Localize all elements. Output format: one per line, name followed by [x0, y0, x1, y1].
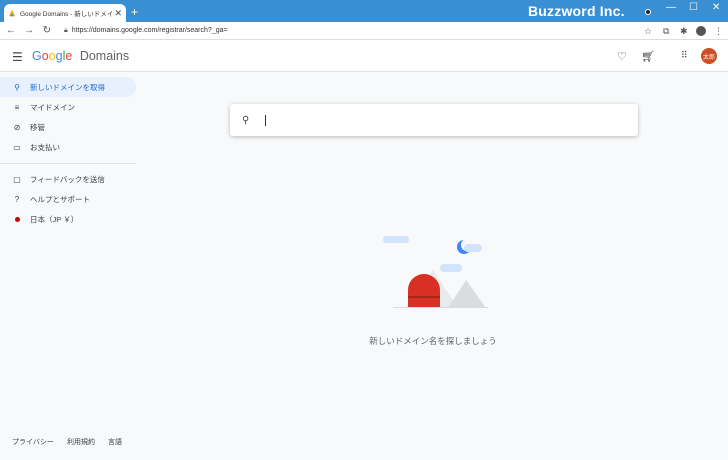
tab-close-icon[interactable]: ✕: [114, 8, 122, 19]
browser-tab[interactable]: Google Domains - 新しいドメイン名 ✕: [4, 4, 126, 22]
avatar[interactable]: 太郎: [701, 48, 717, 64]
sidebar: ⚲ 新しいドメインを取得 ≡ マイドメイン ⊘ 移管 ▭ お支払い ▢ フィード…: [0, 72, 138, 460]
sidebar-item-label: 新しいドメインを取得: [30, 82, 105, 92]
sidebar-item-label: お支払い: [30, 142, 60, 152]
new-tab-button[interactable]: +: [131, 5, 138, 19]
sidebar-item-region[interactable]: 日本（JP ￥）: [0, 209, 136, 229]
flag-icon: [12, 215, 22, 224]
sidebar-item-feedback[interactable]: ▢ フィードバックを送信: [0, 169, 136, 189]
reload-icon[interactable]: ↻: [40, 25, 54, 36]
screen-capture-icon[interactable]: ⧉: [663, 22, 669, 40]
logo-letter: o: [41, 49, 49, 63]
main-content: ⚲ 新しいドメイン名を探しましょう: [138, 72, 728, 460]
feedback-icon: ▢: [13, 174, 21, 184]
empty-state-illustration: [383, 236, 488, 308]
sidebar-item-transfer[interactable]: ⊘ 移管: [0, 117, 136, 137]
search-icon: ⚲: [14, 82, 20, 92]
sidebar-item-label: 移管: [30, 122, 45, 132]
search-icon: ⚲: [242, 114, 250, 126]
profile-icon[interactable]: [696, 26, 706, 36]
logo-letter: g: [55, 49, 63, 63]
sidebar-item-my-domains[interactable]: ≡ マイドメイン: [0, 97, 136, 117]
sidebar-item-label: 日本（JP ￥）: [30, 214, 79, 224]
transfer-icon: ⊘: [13, 122, 21, 132]
sidebar-item-label: マイドメイン: [30, 102, 75, 112]
back-icon[interactable]: ←: [4, 25, 18, 36]
footer-privacy-link[interactable]: プライバシー: [12, 437, 54, 447]
forward-icon[interactable]: →: [22, 25, 36, 36]
sidebar-item-billing[interactable]: ▭ お支払い: [0, 137, 136, 157]
logo-letter: e: [65, 49, 73, 63]
browser-menu-icon[interactable]: ⋮: [714, 22, 723, 40]
bookmark-star-icon[interactable]: ☆: [644, 22, 652, 40]
sidebar-item-new-domain[interactable]: ⚲ 新しいドメインを取得: [0, 77, 136, 97]
card-icon: ▭: [13, 142, 21, 152]
footer-language-link[interactable]: 言語: [108, 437, 122, 447]
url-text: https://domains.google.com/registrar/sea…: [71, 27, 228, 34]
app-header: ☰ Google Domains ♡ 🛒︎ ⠿ 太郎: [0, 40, 728, 72]
favicon-icon: [8, 9, 16, 17]
sidebar-item-label: ヘルプとサポート: [30, 194, 90, 204]
google-domains-logo[interactable]: Google Domains: [32, 49, 129, 63]
extensions-icon[interactable]: ✱: [680, 22, 688, 40]
tab-title: Google Domains - 新しいドメイン名: [20, 11, 113, 18]
sidebar-item-help[interactable]: ? ヘルプとサポート: [0, 189, 136, 209]
record-icon: [645, 9, 651, 15]
address-toolbar: ← → ↻ 🔒︎ https://domains.google.com/regi…: [0, 22, 728, 40]
search-input[interactable]: [268, 110, 638, 130]
logo-letter: o: [48, 49, 56, 63]
lock-icon: 🔒︎: [64, 26, 68, 34]
sidebar-divider: [0, 163, 136, 164]
empty-state-message: 新しいドメイン名を探しましょう: [369, 336, 497, 346]
text-cursor: [265, 114, 267, 126]
domain-search-box[interactable]: ⚲: [230, 104, 638, 136]
footer-terms-link[interactable]: 利用規約: [67, 437, 95, 447]
logo-product: Domains: [79, 49, 130, 63]
apps-grid-icon[interactable]: ⠿: [681, 50, 688, 61]
maximize-button[interactable]: ☐: [689, 2, 698, 13]
title-bar: Google Domains - 新しいドメイン名 ✕ + Buzzword I…: [0, 0, 728, 22]
list-icon: ≡: [14, 102, 20, 112]
minimize-button[interactable]: —: [666, 2, 676, 13]
browser-window: Google Domains - 新しいドメイン名 ✕ + Buzzword I…: [0, 0, 728, 460]
close-button[interactable]: ✕: [712, 2, 720, 13]
hamburger-menu-icon[interactable]: ☰: [12, 50, 23, 64]
favorites-heart-icon[interactable]: ♡: [617, 50, 627, 63]
logo-letter: G: [32, 49, 42, 63]
sidebar-item-label: フィードバックを送信: [30, 174, 105, 184]
cart-icon[interactable]: 🛒︎: [641, 50, 655, 63]
address-bar[interactable]: 🔒︎ https://domains.google.com/registrar/…: [64, 27, 228, 35]
brand-watermark: Buzzword Inc.: [528, 3, 625, 19]
help-icon: ?: [14, 194, 20, 204]
